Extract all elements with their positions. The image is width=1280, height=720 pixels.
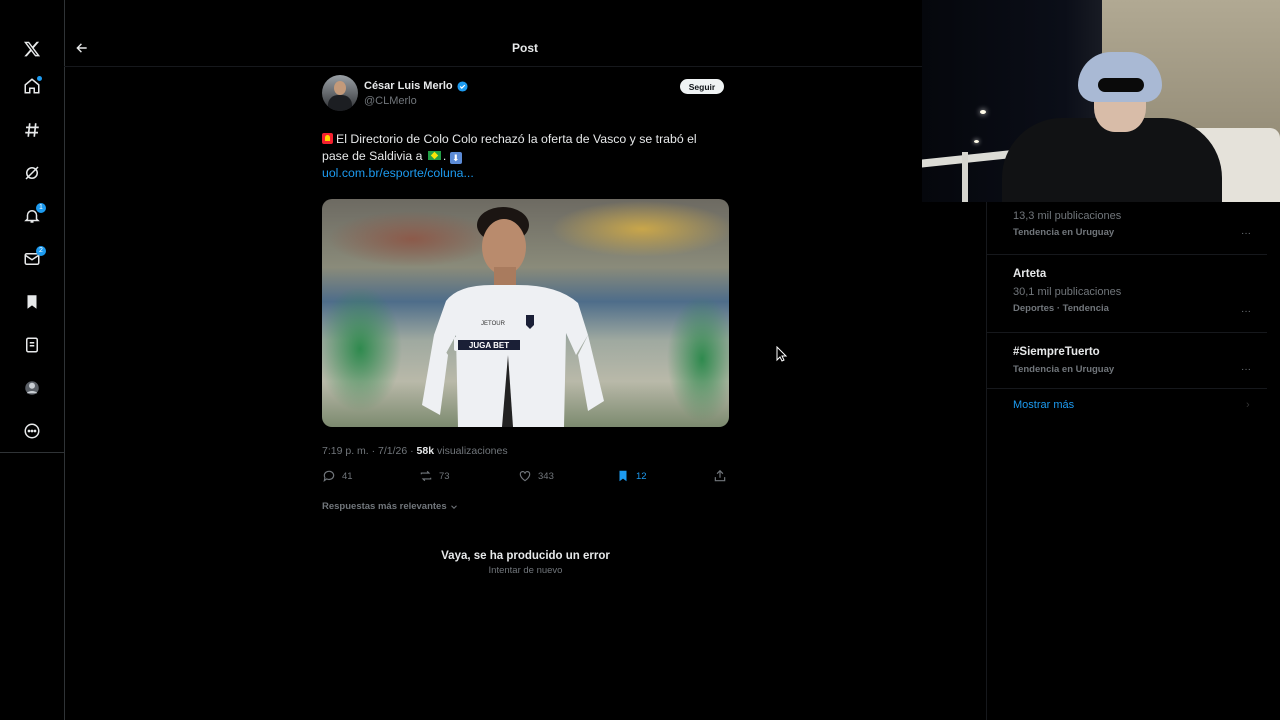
trend-item[interactable]: 13,3 mil publicaciones Tendencia en Urug… (1013, 210, 1253, 239)
lists-icon[interactable] (16, 329, 48, 361)
webcam-overlay (922, 0, 1280, 202)
trend-more-icon[interactable]: ··· (1239, 229, 1253, 239)
author-name-row[interactable]: César Luis Merlo (364, 80, 468, 92)
trend-context: Deportes · Tendencia (1013, 303, 1109, 314)
more-options-icon[interactable] (16, 415, 48, 447)
home-dot (37, 76, 42, 81)
rail-divider (0, 452, 64, 453)
author-handle[interactable]: @CLMerlo (364, 95, 417, 107)
post-meta: 7:19 p. m. · 7/1/26 · 58k visualizacione… (322, 445, 508, 457)
grok-icon[interactable] (16, 157, 48, 189)
page-title: Post (512, 41, 539, 55)
trend-count: 13,3 mil publicaciones (1013, 210, 1122, 222)
player-photo: JUGA BET JETOUR (422, 207, 604, 427)
avatar-head (334, 81, 346, 95)
post-text: El Directorio de Colo Colo rechazó la of… (322, 131, 722, 165)
post-text-part2: . (442, 149, 447, 163)
chevron-right-icon: › (1246, 399, 1250, 411)
share-button[interactable] (713, 469, 727, 483)
trend-divider (987, 332, 1267, 333)
messages-envelope-icon[interactable]: 2 (16, 243, 48, 275)
post-actions: 41 73 343 12 (322, 469, 729, 485)
retry-link[interactable]: Intentar de nuevo (0, 565, 1051, 576)
repost-button[interactable]: 73 (419, 469, 450, 483)
views-label: visualizaciones (434, 445, 508, 457)
webcam-person-hat (1078, 52, 1162, 102)
reply-sort-dropdown[interactable]: Respuestas más relevantes (322, 501, 459, 512)
back-arrow-icon[interactable] (72, 38, 92, 58)
post-link[interactable]: uol.com.br/esporte/coluna... (322, 166, 474, 180)
trend-divider (987, 388, 1267, 389)
notifications-bell-icon[interactable]: 1 (16, 200, 48, 232)
show-more-link[interactable]: Mostrar más (1013, 399, 1074, 411)
jersey-sleeve-sponsor: JETOUR (481, 321, 506, 327)
trend-name: Arteta (1013, 268, 1047, 280)
like-button[interactable]: 343 (518, 469, 554, 483)
trend-count: 30,1 mil publicaciones (1013, 286, 1122, 298)
reply-icon (323, 470, 335, 483)
trend-item[interactable]: #SiempreTuerto Tendencia en Uruguay ··· (1013, 346, 1253, 375)
trend-context: Tendencia en Uruguay (1013, 364, 1115, 375)
reply-count: 41 (342, 470, 353, 482)
repost-count: 73 (439, 470, 450, 482)
street-light (974, 140, 979, 143)
messages-badge: 2 (36, 246, 46, 256)
reply-button[interactable]: 41 (322, 469, 353, 483)
webcam-railing-post (962, 152, 968, 202)
post-image[interactable]: JUGA BET JETOUR (322, 199, 729, 427)
verified-badge-icon (457, 80, 468, 92)
trend-more-icon[interactable]: ··· (1239, 365, 1253, 375)
follow-button[interactable]: Seguir (680, 79, 724, 94)
chevron-down-icon (450, 504, 457, 509)
repost-icon (420, 470, 432, 482)
bookmark-filled-icon (619, 470, 627, 482)
post-timestamp[interactable]: 7:19 p. m. · 7/1/26 · (322, 445, 417, 457)
profile-avatar-icon[interactable] (16, 372, 48, 404)
avatar-body (328, 95, 352, 111)
mouse-cursor-icon (776, 346, 788, 362)
post-text-part1: El Directorio de Colo Colo rechazó la of… (322, 132, 697, 163)
author-name[interactable]: César Luis Merlo (364, 80, 453, 92)
left-navigation-rail: 1 2 (0, 0, 65, 720)
explore-hashtag-icon[interactable] (16, 114, 48, 146)
share-icon (714, 469, 726, 482)
jersey-sponsor: JUGA BET (469, 341, 509, 350)
street-light (980, 110, 986, 114)
reply-sort-label: Respuestas más relevantes (322, 501, 447, 512)
heart-icon (519, 471, 531, 482)
brazil-flag-emoji-icon (427, 151, 441, 160)
trend-item[interactable]: Arteta 30,1 mil publicaciones Deportes ·… (1013, 268, 1253, 317)
x-logo-icon[interactable] (16, 33, 48, 65)
error-title: Vaya, se ha producido un error (441, 550, 610, 562)
down-arrow-emoji-icon: ⬇ (449, 152, 462, 164)
home-icon[interactable] (16, 70, 48, 102)
trend-more-icon[interactable]: ··· (1239, 307, 1253, 317)
views-count: 58k (416, 445, 435, 457)
trend-context: Tendencia en Uruguay (1013, 227, 1115, 238)
post-header: Post (64, 32, 986, 67)
trend-name: #SiempreTuerto (1013, 346, 1100, 358)
bookmark-button[interactable]: 12 (616, 469, 647, 483)
bookmarks-icon[interactable] (16, 286, 48, 318)
trend-divider (987, 254, 1267, 255)
siren-emoji-icon (322, 133, 333, 144)
bookmark-count: 12 (636, 470, 647, 482)
notifications-badge: 1 (36, 203, 46, 213)
like-count: 343 (538, 470, 554, 482)
author-avatar[interactable] (322, 75, 358, 111)
webcam-person-sunglasses (1098, 78, 1144, 92)
